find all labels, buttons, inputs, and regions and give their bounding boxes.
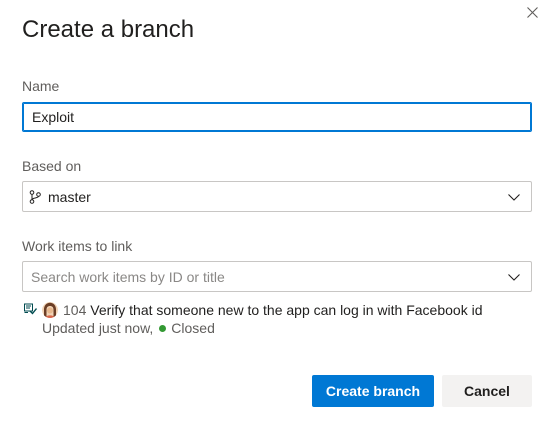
based-on-label: Based on: [22, 158, 82, 174]
work-item-state: Closed: [171, 320, 215, 336]
avatar: [42, 302, 58, 318]
work-items-label: Work items to link: [22, 238, 133, 254]
work-item-updated: Updated just now,: [42, 320, 154, 336]
close-button[interactable]: [522, 2, 542, 22]
dialog-title: Create a branch: [22, 16, 195, 43]
name-label: Name: [22, 78, 60, 94]
create-branch-button[interactable]: Create branch: [312, 375, 434, 407]
work-item-title[interactable]: Verify that someone new to the app can l…: [90, 302, 482, 318]
work-item-id: 104: [63, 302, 87, 318]
linked-work-item: 104 Verify that someone new to the app c…: [22, 300, 532, 340]
work-items-search[interactable]: Search work items by ID or title: [22, 261, 532, 292]
branch-name-input[interactable]: [22, 102, 532, 132]
cancel-button[interactable]: Cancel: [442, 375, 532, 407]
state-indicator-dot: [159, 325, 167, 332]
based-on-value: master: [48, 188, 91, 205]
close-icon: [526, 6, 538, 18]
test-case-icon: [24, 303, 37, 315]
based-on-dropdown[interactable]: master: [22, 181, 532, 212]
chevron-down-icon: [508, 274, 520, 281]
work-items-placeholder: Search work items by ID or title: [31, 268, 225, 285]
create-branch-dialog: Create a branch Name Based on master Wor…: [0, 0, 554, 429]
branch-icon: [29, 189, 41, 204]
chevron-down-icon: [508, 194, 520, 201]
